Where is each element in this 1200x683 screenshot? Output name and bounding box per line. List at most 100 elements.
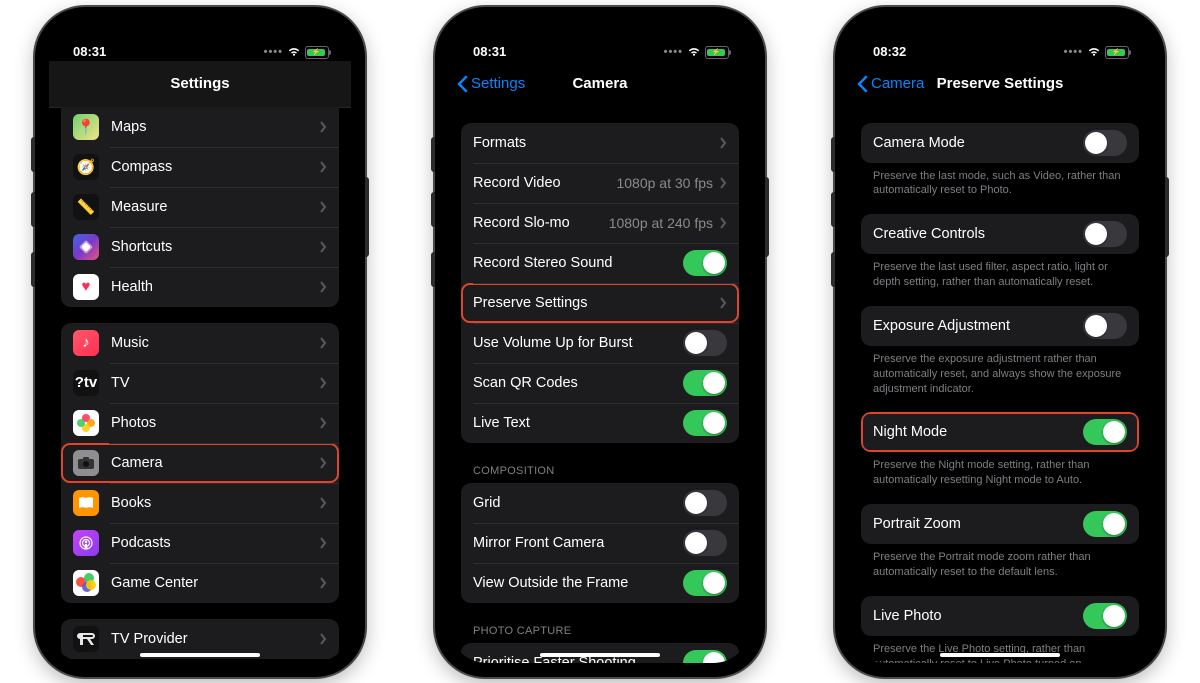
row-volume-burst[interactable]: Use Volume Up for Burst <box>461 323 739 363</box>
settings-group: Formats Record Video 1080p at 30 fps Rec… <box>461 123 739 443</box>
back-label: Settings <box>471 75 525 92</box>
row-view-outside[interactable]: View Outside the Frame <box>461 563 739 603</box>
row-label: Grid <box>473 495 683 511</box>
row-live-text[interactable]: Live Text <box>461 403 739 443</box>
settings-group: Grid Mirror Front Camera View Outside th… <box>461 483 739 603</box>
row-shortcuts[interactable]: Shortcuts <box>61 227 339 267</box>
row-label: Night Mode <box>873 424 1083 440</box>
row-tv[interactable]: ?tv TV <box>61 363 339 403</box>
chevron-right-icon <box>319 337 327 349</box>
toggle-portrait-zoom[interactable] <box>1083 511 1127 537</box>
row-label: Exposure Adjustment <box>873 318 1083 334</box>
row-measure[interactable]: 📏 Measure <box>61 187 339 227</box>
group-header: PHOTO CAPTURE <box>473 625 727 637</box>
row-stereo-sound[interactable]: Record Stereo Sound <box>461 243 739 283</box>
row-camera-mode[interactable]: Camera Mode <box>861 123 1139 163</box>
chevron-right-icon <box>319 577 327 589</box>
game-center-icon <box>73 570 99 596</box>
tv-provider-icon <box>73 626 99 652</box>
back-button[interactable]: Settings <box>457 75 525 93</box>
row-live-photo[interactable]: Live Photo <box>861 596 1139 636</box>
row-label: Preserve Settings <box>473 295 719 311</box>
row-portrait-zoom[interactable]: Portrait Zoom <box>861 504 1139 544</box>
settings-group: Creative Controls <box>861 214 1139 254</box>
toggle-volume-burst[interactable] <box>683 330 727 356</box>
row-label: Creative Controls <box>873 226 1083 242</box>
row-label: Game Center <box>111 575 319 591</box>
row-night-mode[interactable]: Night Mode <box>861 412 1139 452</box>
phone-frame: 08:31 •••• ⚡ Settings Camera Formats <box>435 7 765 677</box>
settings-group: Portrait Zoom <box>861 504 1139 544</box>
row-label: Music <box>111 335 319 351</box>
row-label: Health <box>111 279 319 295</box>
wifi-icon <box>1087 47 1101 57</box>
toggle-mirror-front[interactable] <box>683 530 727 556</box>
group-header: COMPOSITION <box>473 465 727 477</box>
row-maps[interactable]: 📍 Maps <box>61 107 339 147</box>
notch <box>125 21 275 47</box>
content-area[interactable]: 📍 Maps 🧭 Compass 📏 Measure <box>49 107 351 663</box>
podcasts-icon <box>73 530 99 556</box>
toggle-live-photo[interactable] <box>1083 603 1127 629</box>
nav-title: Settings <box>170 75 229 92</box>
row-label: Record Stereo Sound <box>473 255 683 271</box>
wifi-icon <box>287 47 301 57</box>
row-preserve-settings[interactable]: Preserve Settings <box>461 283 739 323</box>
content-area[interactable]: Camera Mode Preserve the last mode, such… <box>849 107 1151 663</box>
phone-frame: 08:32 •••• ⚡ Camera Preserve Settings Ca… <box>835 7 1165 677</box>
photos-icon <box>73 410 99 436</box>
chevron-right-icon <box>319 457 327 469</box>
battery-icon: ⚡ <box>1105 46 1129 59</box>
row-record-slomo[interactable]: Record Slo-mo 1080p at 240 fps <box>461 203 739 243</box>
row-label: Mirror Front Camera <box>473 535 683 551</box>
row-scan-qr[interactable]: Scan QR Codes <box>461 363 739 403</box>
status-right: •••• ⚡ <box>1064 46 1129 59</box>
toggle-stereo-sound[interactable] <box>683 250 727 276</box>
row-compass[interactable]: 🧭 Compass <box>61 147 339 187</box>
row-mirror-front[interactable]: Mirror Front Camera <box>461 523 739 563</box>
row-record-video[interactable]: Record Video 1080p at 30 fps <box>461 163 739 203</box>
home-indicator[interactable] <box>540 653 660 657</box>
row-label: Camera <box>111 455 319 471</box>
row-exposure-adjustment[interactable]: Exposure Adjustment <box>861 306 1139 346</box>
row-camera[interactable]: Camera <box>61 443 339 483</box>
row-game-center[interactable]: Game Center <box>61 563 339 603</box>
back-button[interactable]: Camera <box>857 75 924 93</box>
chevron-right-icon <box>319 377 327 389</box>
row-health[interactable]: ♥ Health <box>61 267 339 307</box>
toggle-camera-mode[interactable] <box>1083 130 1127 156</box>
row-books[interactable]: Books <box>61 483 339 523</box>
home-indicator[interactable] <box>940 653 1060 657</box>
toggle-scan-qr[interactable] <box>683 370 727 396</box>
battery-icon: ⚡ <box>705 46 729 59</box>
toggle-exposure-adjustment[interactable] <box>1083 313 1127 339</box>
row-label: Podcasts <box>111 535 319 551</box>
chevron-right-icon <box>719 217 727 229</box>
row-label: TV Provider <box>111 631 319 647</box>
nav-title: Preserve Settings <box>937 75 1064 92</box>
tv-icon: ?tv <box>73 370 99 396</box>
toggle-view-outside[interactable] <box>683 570 727 596</box>
nav-title: Camera <box>572 75 627 92</box>
chevron-right-icon <box>319 201 327 213</box>
toggle-faster-shooting[interactable] <box>683 650 727 663</box>
row-label: Use Volume Up for Burst <box>473 335 683 351</box>
toggle-night-mode[interactable] <box>1083 419 1127 445</box>
toggle-creative-controls[interactable] <box>1083 221 1127 247</box>
row-podcasts[interactable]: Podcasts <box>61 523 339 563</box>
toggle-grid[interactable] <box>683 490 727 516</box>
health-icon: ♥ <box>73 274 99 300</box>
content-area[interactable]: Formats Record Video 1080p at 30 fps Rec… <box>449 107 751 663</box>
row-music[interactable]: ♪ Music <box>61 323 339 363</box>
home-indicator[interactable] <box>140 653 260 657</box>
row-grid[interactable]: Grid <box>461 483 739 523</box>
compass-icon: 🧭 <box>73 154 99 180</box>
row-photos[interactable]: Photos <box>61 403 339 443</box>
row-creative-controls[interactable]: Creative Controls <box>861 214 1139 254</box>
row-formats[interactable]: Formats <box>461 123 739 163</box>
chevron-right-icon <box>319 121 327 133</box>
row-label: Camera Mode <box>873 135 1083 151</box>
toggle-live-text[interactable] <box>683 410 727 436</box>
row-label: Live Photo <box>873 608 1083 624</box>
notch <box>925 21 1075 47</box>
